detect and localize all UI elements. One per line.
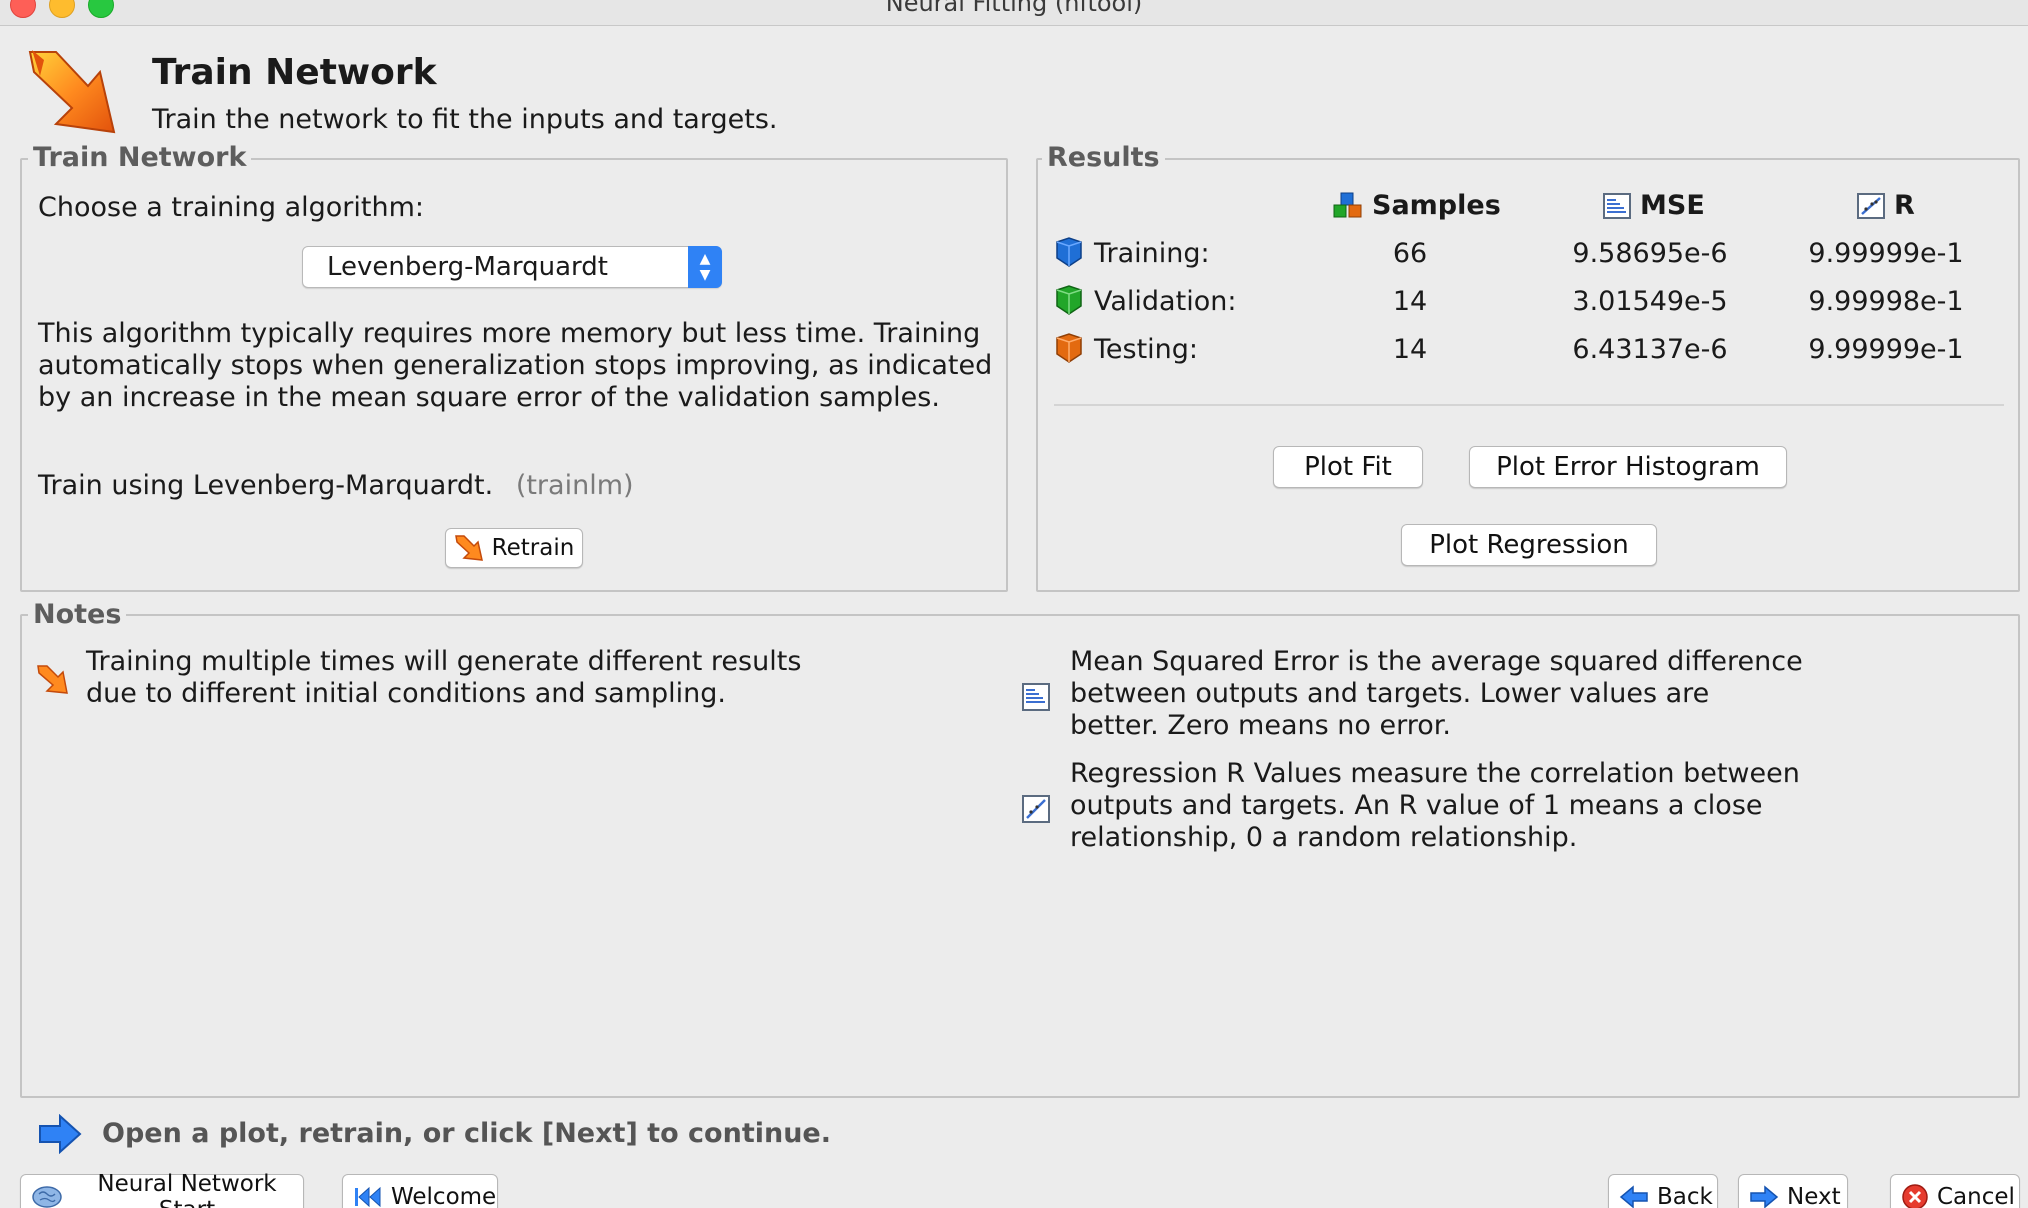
mse-chart-icon [1602,192,1632,220]
results-divider [1054,404,2004,406]
training-row-label: Training: [1094,238,1210,269]
testing-r: 9.99999e-1 [1808,334,1964,365]
page-subtitle: Train the network to fit the inputs and … [152,104,778,135]
train-network-legend: Train Network [28,143,252,173]
regression-note-icon [1021,794,1051,824]
back-label: Back [1657,1184,1713,1208]
cancel-label: Cancel [1937,1184,2015,1208]
validation-row-label: Validation: [1094,286,1237,317]
training-mse: 9.58695e-6 [1572,238,1728,269]
window-title: Neural Fitting (nftool) [885,0,1143,17]
validation-cube-icon [1054,284,1084,316]
testing-cube-icon [1054,332,1084,364]
note-retrain-line1: Training multiple times will generate di… [86,646,802,677]
testing-mse: 6.43137e-6 [1572,334,1728,365]
rewind-icon [353,1185,383,1208]
neural-network-start-label: Neural Network Start [97,1171,277,1208]
mse-note-icon [1021,682,1051,712]
select-updown-icon: ▲ ▼ [688,246,722,288]
retrain-icon [454,534,484,562]
status-message: Open a plot, retrain, or click [Next] to… [102,1118,831,1149]
training-samples: 66 [1392,238,1428,269]
cancel-button[interactable]: Cancel [1890,1174,2020,1208]
neural-network-start-button[interactable]: Neural Network Start [20,1171,304,1208]
r-column-header: R [1856,190,1915,221]
training-algorithm-select[interactable]: Levenberg-Marquardt ▲ ▼ [302,246,722,288]
next-arrow-icon [1749,1185,1779,1208]
note-regression-line1: Regression R Values measure the correlat… [1070,758,1800,789]
note-mse-text: Mean Squared Error is the average square… [1070,646,1803,742]
results-legend: Results [1042,143,1165,173]
status-arrow-icon [38,1114,82,1154]
note-regression-text: Regression R Values measure the correlat… [1070,758,1800,854]
note-mse-line3: better. Zero means no error. [1070,710,1451,741]
train-using-label: Train using Levenberg-Marquardt. [38,470,494,501]
training-cube-icon [1054,236,1084,268]
welcome-button[interactable]: Welcome [342,1174,498,1208]
train-note-icon [36,664,70,696]
samples-header-label: Samples [1372,190,1501,221]
back-arrow-icon [1619,1185,1649,1208]
next-label: Next [1787,1184,1841,1208]
r-header-label: R [1894,190,1915,221]
mse-column-header: MSE [1602,190,1705,221]
window-titlebar: Neural Fitting (nftool) [0,0,2028,26]
train-arrow-icon [26,46,122,138]
samples-column-header: Samples [1332,190,1501,221]
algorithm-description: This algorithm typically requires more m… [38,318,993,413]
train-function-name: (trainlm) [515,470,634,501]
regression-icon [1856,192,1886,220]
choose-algorithm-label: Choose a training algorithm: [38,192,424,223]
plot-fit-button[interactable]: Plot Fit [1273,446,1423,488]
next-button[interactable]: Next [1738,1174,1848,1208]
note-retrain-line2: due to different initial conditions and … [86,678,726,709]
page-title: Train Network [152,52,437,93]
plot-error-histogram-button[interactable]: Plot Error Histogram [1469,446,1787,488]
validation-mse: 3.01549e-5 [1572,286,1728,317]
note-regression-line2: outputs and targets. An R value of 1 mea… [1070,790,1763,821]
cancel-icon [1901,1183,1929,1208]
note-mse-line2: between outputs and targets. Lower value… [1070,678,1710,709]
notes-legend: Notes [28,600,127,630]
note-retrain-text: Training multiple times will generate di… [86,646,801,710]
welcome-label: Welcome [391,1184,497,1208]
mse-header-label: MSE [1640,190,1705,221]
training-algorithm-value: Levenberg-Marquardt [327,252,608,282]
validation-r: 9.99998e-1 [1808,286,1964,317]
back-button[interactable]: Back [1608,1174,1718,1208]
train-using-text: Train using Levenberg-Marquardt. (trainl… [38,470,634,501]
brain-icon [31,1184,63,1208]
note-regression-line3: relationship, 0 a random relationship. [1070,822,1578,853]
note-mse-line1: Mean Squared Error is the average square… [1070,646,1803,677]
testing-row-label: Testing: [1094,334,1199,365]
retrain-label: Retrain [491,535,575,561]
cubes-icon [1332,191,1364,221]
validation-samples: 14 [1392,286,1428,317]
testing-samples: 14 [1392,334,1428,365]
training-r: 9.99999e-1 [1808,238,1964,269]
retrain-button[interactable]: Retrain [445,528,583,568]
plot-regression-button[interactable]: Plot Regression [1401,524,1657,566]
